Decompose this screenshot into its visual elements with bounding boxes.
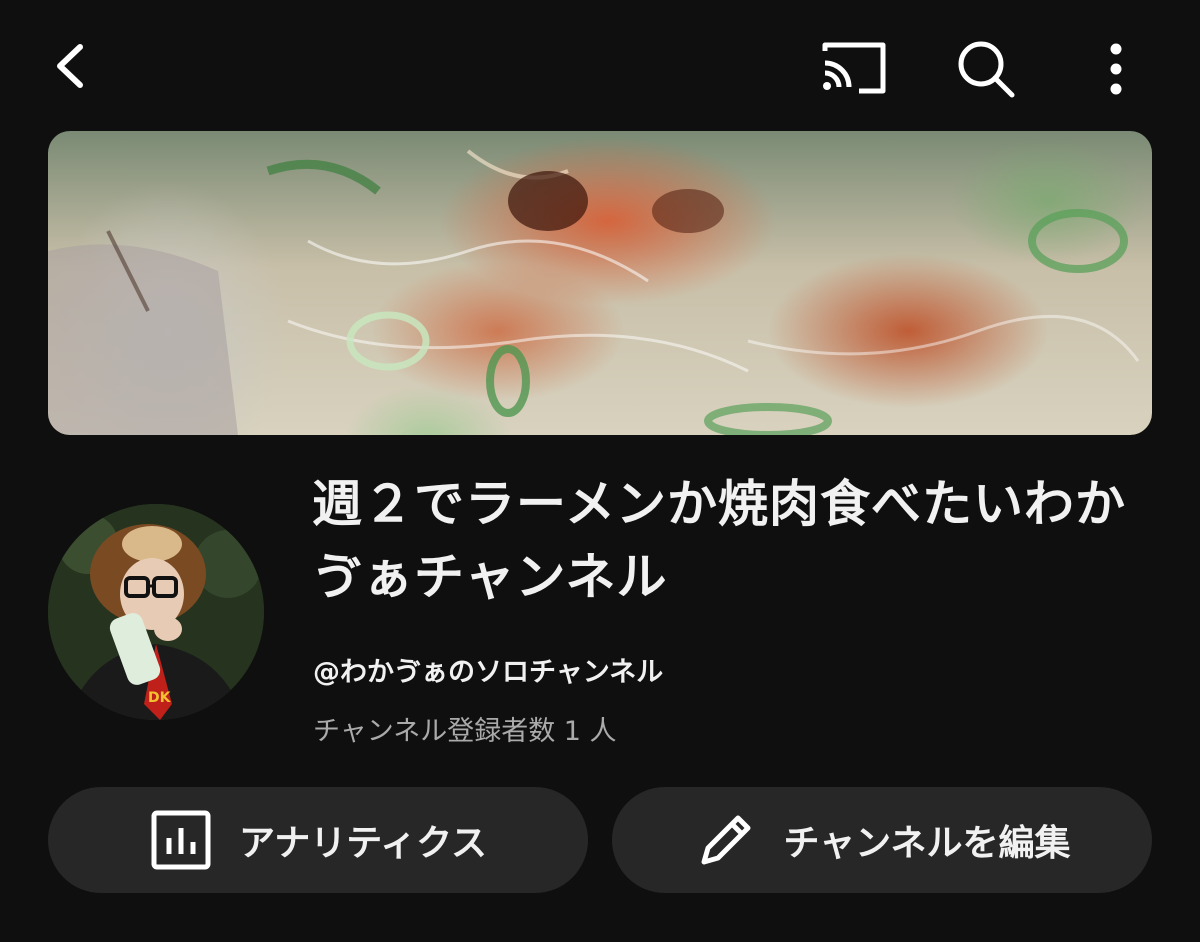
channel-banner — [48, 131, 1152, 435]
avatar-image: DK — [48, 504, 264, 720]
bar-chart-icon — [149, 808, 213, 872]
edit-channel-button[interactable]: チャンネルを編集 — [612, 787, 1152, 893]
analytics-button[interactable]: アナリティクス — [48, 787, 588, 893]
more-vertical-icon — [1110, 43, 1122, 95]
banner-image — [48, 149, 1140, 435]
top-app-bar — [0, 0, 1200, 130]
back-button[interactable] — [40, 36, 100, 96]
channel-avatar[interactable]: DK — [48, 504, 264, 720]
cast-button[interactable] — [814, 34, 894, 100]
channel-title: 週２でラーメンか焼肉食べたいわかゔぁチャンネル — [312, 475, 1126, 606]
edit-channel-label: チャンネルを編集 — [783, 823, 1071, 864]
more-options-button[interactable] — [1094, 34, 1138, 104]
channel-handle: @わかゔぁのソロチャンネル — [313, 657, 664, 688]
search-button[interactable] — [948, 34, 1024, 104]
pencil-icon — [694, 808, 758, 872]
subscriber-count: チャンネル登録者数 1 人 — [313, 716, 617, 747]
chevron-left-icon — [57, 44, 83, 88]
search-icon — [958, 41, 1015, 98]
analytics-label: アナリティクス — [238, 823, 488, 864]
cast-icon — [822, 42, 886, 94]
svg-text:DK: DK — [148, 690, 172, 706]
